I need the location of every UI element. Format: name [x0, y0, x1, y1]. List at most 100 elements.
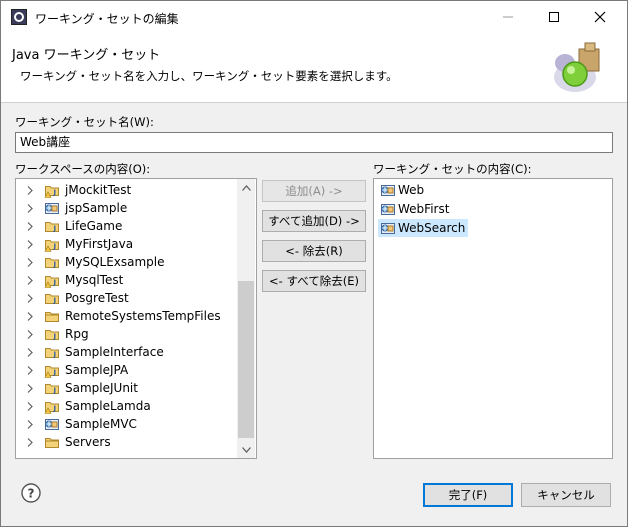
tree-item[interactable]: RemoteSystemsTempFiles: [16, 307, 238, 325]
window-title: ワーキング・セットの編集: [35, 12, 179, 26]
expand-chevron-icon[interactable]: [24, 401, 36, 411]
expand-chevron-icon[interactable]: [24, 383, 36, 393]
svg-text:J: J: [53, 333, 57, 341]
expand-chevron-icon[interactable]: [24, 221, 36, 231]
expand-chevron-icon[interactable]: [24, 347, 36, 357]
tree-item-label: jspSample: [65, 201, 128, 215]
java-project-icon: J: [45, 258, 59, 269]
tree-scrollbar[interactable]: [237, 179, 255, 458]
scroll-up-arrow[interactable]: [237, 179, 255, 196]
web-project-icon: [45, 419, 59, 430]
tree-item[interactable]: J SampleInterface: [16, 343, 238, 361]
minimize-icon: [503, 16, 513, 18]
folder-project-icon: [45, 312, 59, 322]
expand-chevron-icon[interactable]: [24, 185, 36, 195]
add-button[interactable]: 追加(A) ->: [262, 180, 366, 202]
tree-item[interactable]: SampleMVC: [16, 415, 238, 433]
tree-item-label: MySQLExsample: [65, 255, 165, 269]
tree-item[interactable]: J MySQLExsample: [16, 253, 238, 271]
tree-item[interactable]: J SampleJUnit: [16, 379, 238, 397]
eclipse-app-icon: [11, 9, 27, 25]
java-project-icon: J: [45, 384, 59, 395]
working-set-name-input[interactable]: Web講座: [15, 132, 613, 153]
tree-item-label: MysqlTest: [65, 273, 124, 287]
svg-text:J: J: [53, 369, 57, 377]
tree-item[interactable]: J SampleJPA: [16, 361, 238, 379]
expand-chevron-icon[interactable]: [24, 329, 36, 339]
tree-item[interactable]: J LifeGame: [16, 217, 238, 235]
svg-text:J: J: [53, 351, 57, 359]
tree-item-label: SampleJPA: [65, 363, 129, 377]
scroll-down-arrow[interactable]: [237, 441, 255, 458]
cancel-button[interactable]: キャンセル: [521, 483, 611, 507]
java-project-warning-icon: J: [44, 186, 59, 198]
tree-item[interactable]: J PosgreTest: [16, 289, 238, 307]
finish-button[interactable]: 完了(F): [423, 483, 513, 507]
java-project-warning-icon: J: [44, 366, 59, 378]
workspace-contents-label: ワークスペースの内容(O):: [15, 162, 151, 176]
remove-all-button[interactable]: <- すべて除去(E): [262, 270, 366, 292]
maximize-icon: [549, 12, 559, 22]
svg-text:J: J: [53, 225, 57, 233]
java-project-warning-icon: J: [44, 276, 59, 288]
tree-item[interactable]: J MyFirstJava: [16, 235, 238, 253]
header-title: Java ワーキング・セット: [12, 48, 161, 63]
scroll-thumb[interactable]: [238, 281, 254, 438]
web-project-icon: [381, 204, 395, 215]
working-set-item[interactable]: WebSearch: [378, 219, 469, 237]
working-set-item[interactable]: WebFirst: [378, 200, 452, 218]
tree-item[interactable]: Servers: [16, 433, 238, 451]
close-button[interactable]: [577, 1, 623, 33]
remove-button[interactable]: <- 除去(R): [262, 240, 366, 262]
working-set-name-label: ワーキング・セット名(W):: [15, 115, 154, 129]
add-all-button[interactable]: すべて追加(D) ->: [262, 210, 366, 232]
header-description: ワーキング・セット名を入力し、ワーキング・セット要素を選択します。: [20, 69, 398, 83]
working-set-item[interactable]: Web: [378, 181, 427, 199]
working-set-contents-tree[interactable]: Web WebFirst WebSearch: [373, 178, 613, 459]
java-project-icon: J: [45, 330, 59, 341]
expand-chevron-icon[interactable]: [24, 437, 36, 447]
tree-item-label: SampleMVC: [65, 417, 137, 431]
svg-text:J: J: [53, 405, 57, 413]
tree-item[interactable]: J MysqlTest: [16, 271, 238, 289]
tree-item-label: MyFirstJava: [65, 237, 134, 251]
maximize-button[interactable]: [531, 1, 577, 33]
java-project-icon: J: [45, 294, 59, 305]
help-icon[interactable]: ?: [21, 483, 41, 503]
working-set-item-label: WebFirst: [398, 202, 450, 216]
tree-item[interactable]: J Rpg: [16, 325, 238, 343]
expand-chevron-icon[interactable]: [24, 311, 36, 321]
tree-item[interactable]: J SampleLamda: [16, 397, 238, 415]
tree-item[interactable]: JjMockitTest: [16, 181, 238, 199]
expand-chevron-icon[interactable]: [24, 275, 36, 285]
java-project-warning-icon: J: [44, 402, 59, 414]
svg-text:J: J: [53, 261, 57, 269]
web-project-icon: [381, 223, 395, 234]
tree-item-label: LifeGame: [65, 219, 123, 233]
working-set-item-label: Web: [398, 183, 425, 197]
expand-chevron-icon[interactable]: [24, 365, 36, 375]
tree-item-label: SampleLamda: [65, 399, 151, 413]
web-project-icon: [381, 185, 395, 196]
java-project-icon: J: [45, 222, 59, 233]
expand-chevron-icon[interactable]: [24, 203, 36, 213]
expand-chevron-icon[interactable]: [24, 419, 36, 429]
dialog-window: ワーキング・セットの編集 Java ワーキング・セット ワーキング・セット名を入…: [0, 0, 628, 527]
expand-chevron-icon[interactable]: [24, 293, 36, 303]
tree-item-label: Rpg: [65, 327, 89, 341]
tree-item-label: PosgreTest: [65, 291, 129, 305]
workspace-contents-tree[interactable]: JjMockitTest jspSample J LifeGame J MyFirstJa…: [15, 178, 257, 459]
folder-project-icon: [45, 438, 59, 448]
tree-item-label: jMockitTest: [65, 183, 132, 197]
java-project-warning-icon: J: [44, 240, 59, 252]
svg-text:J: J: [53, 387, 57, 395]
chevron-up-icon: [241, 184, 251, 191]
minimize-button[interactable]: [485, 1, 531, 33]
web-project-icon: [45, 203, 59, 214]
tree-item[interactable]: jspSample: [16, 199, 238, 217]
svg-text:J: J: [53, 297, 57, 305]
svg-text:?: ?: [28, 487, 35, 501]
svg-text:J: J: [53, 243, 57, 251]
expand-chevron-icon[interactable]: [24, 257, 36, 267]
expand-chevron-icon[interactable]: [24, 239, 36, 249]
